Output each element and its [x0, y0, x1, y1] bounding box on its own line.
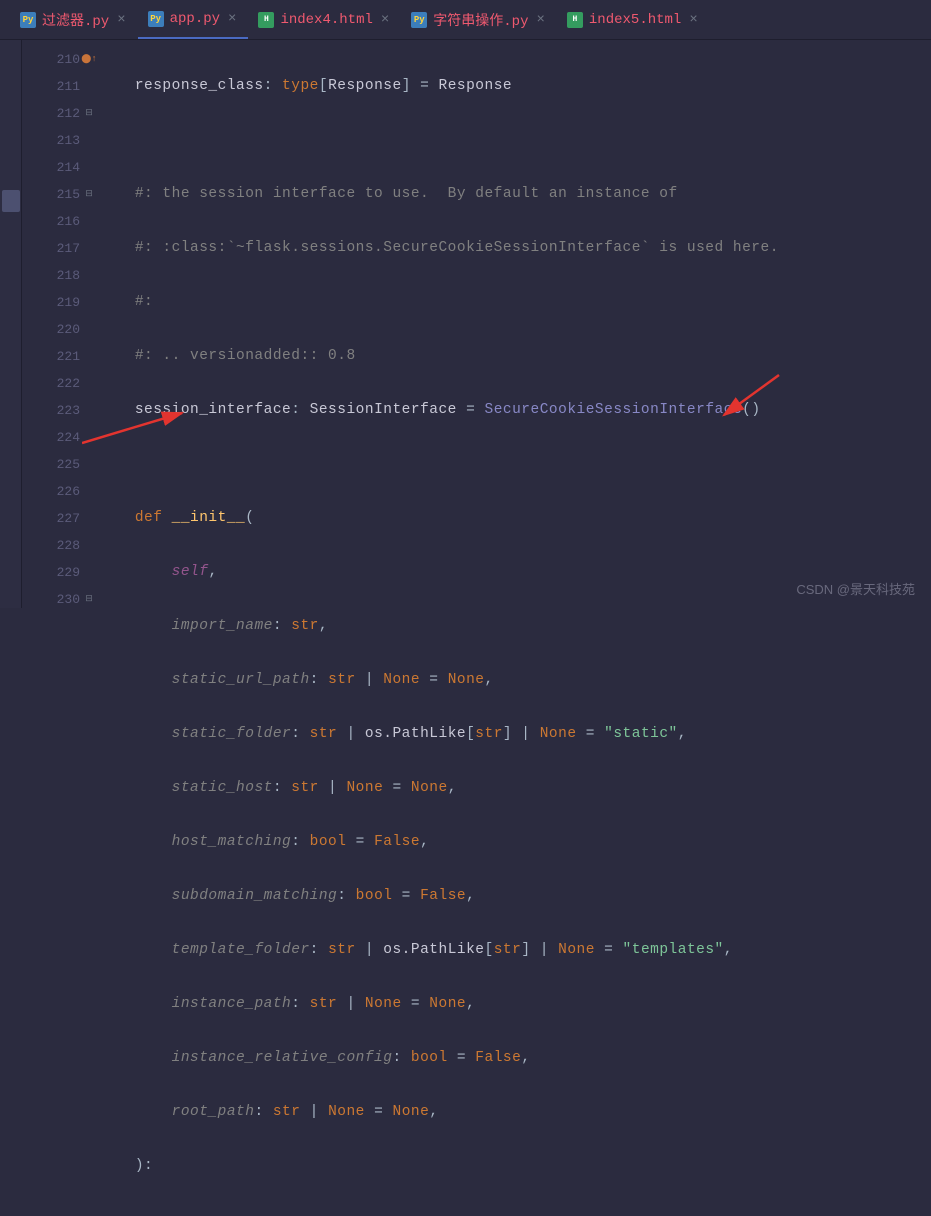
code-line [98, 127, 931, 154]
watermark: CSDN @景天科技苑 [796, 579, 915, 598]
fold-icon[interactable]: ⊟ [82, 181, 96, 208]
tab-file-5[interactable]: H index5.html × [557, 0, 710, 39]
line-number: 212 [22, 100, 80, 127]
line-number: 218 [22, 262, 80, 289]
line-number: 228 [22, 532, 80, 559]
line-number: 224 [22, 424, 80, 451]
code-line: template_folder: str | os.PathLike[str] … [98, 937, 931, 964]
fold-icon[interactable]: ⊟ [82, 100, 96, 127]
tab-label: 字符串操作.py [433, 10, 528, 30]
line-number: 220 [22, 316, 80, 343]
line-number: 223 [22, 397, 80, 424]
tab-file-4[interactable]: Py 字符串操作.py × [401, 0, 557, 39]
code-line: session_interface: SessionInterface = Se… [98, 397, 931, 424]
tab-file-3[interactable]: H index4.html × [248, 0, 401, 39]
editor-area: 2102112122132142152162172182192202212222… [0, 40, 931, 608]
tab-label: 过滤器.py [42, 10, 109, 30]
tab-file-1[interactable]: Py 过滤器.py × [10, 0, 138, 39]
python-file-icon: Py [20, 12, 36, 28]
code-line: #: the session interface to use. By defa… [98, 181, 931, 208]
code-line: #: .. versionadded:: 0.8 [98, 343, 931, 370]
python-file-icon: Py [411, 12, 427, 28]
line-number: 217 [22, 235, 80, 262]
fold-icon[interactable]: ⊟ [82, 586, 96, 613]
close-icon[interactable]: × [115, 12, 127, 28]
code-line: instance_relative_config: bool = False, [98, 1045, 931, 1072]
code-line: root_path: str | None = None, [98, 1099, 931, 1126]
line-number: 226 [22, 478, 80, 505]
minimap-sidebar [0, 40, 22, 608]
line-number: 225 [22, 451, 80, 478]
code-line: host_matching: bool = False, [98, 829, 931, 856]
gutter-icons: ⬤↑ ⊟ ⊟ ⊟ [82, 46, 96, 613]
code-editor[interactable]: response_class: type[Response] = Respons… [98, 40, 931, 608]
line-number: 229 [22, 559, 80, 586]
minimap-marker [2, 190, 20, 212]
html-file-icon: H [258, 12, 274, 28]
line-number-gutter: 2102112122132142152162172182192202212222… [22, 40, 98, 608]
tab-label: index5.html [589, 12, 681, 28]
line-number: 211 [22, 73, 80, 100]
code-line: #: :class:`~flask.sessions.SecureCookieS… [98, 235, 931, 262]
code-line: ): [98, 1153, 931, 1180]
editor-tab-bar: Py 过滤器.py × Py app.py × H index4.html × … [0, 0, 931, 40]
line-number: 221 [22, 343, 80, 370]
code-line [98, 451, 931, 478]
line-number: 214 [22, 154, 80, 181]
line-number: 222 [22, 370, 80, 397]
code-line: instance_path: str | None = None, [98, 991, 931, 1018]
implement-method-icon[interactable]: ⬤↑ [82, 46, 96, 73]
close-icon[interactable]: × [226, 11, 238, 27]
code-line: static_host: str | None = None, [98, 775, 931, 802]
code-line: response_class: type[Response] = Respons… [98, 73, 931, 100]
line-number: 219 [22, 289, 80, 316]
line-number: 216 [22, 208, 80, 235]
code-line: #: [98, 289, 931, 316]
code-line: static_folder: str | os.PathLike[str] | … [98, 721, 931, 748]
line-number: 213 [22, 127, 80, 154]
code-line: subdomain_matching: bool = False, [98, 883, 931, 910]
tab-label: index4.html [280, 12, 372, 28]
line-number: 230 [22, 586, 80, 613]
html-file-icon: H [567, 12, 583, 28]
close-icon[interactable]: × [379, 12, 391, 28]
line-number: 210 [22, 46, 80, 73]
tab-file-2[interactable]: Py app.py × [138, 0, 249, 39]
code-line: import_name: str, [98, 613, 931, 640]
code-line: def __init__( [98, 505, 931, 532]
tab-label: app.py [170, 11, 220, 27]
close-icon[interactable]: × [535, 12, 547, 28]
code-line: static_url_path: str | None = None, [98, 667, 931, 694]
line-number: 215 [22, 181, 80, 208]
line-number: 227 [22, 505, 80, 532]
python-file-icon: Py [148, 11, 164, 27]
close-icon[interactable]: × [687, 12, 699, 28]
